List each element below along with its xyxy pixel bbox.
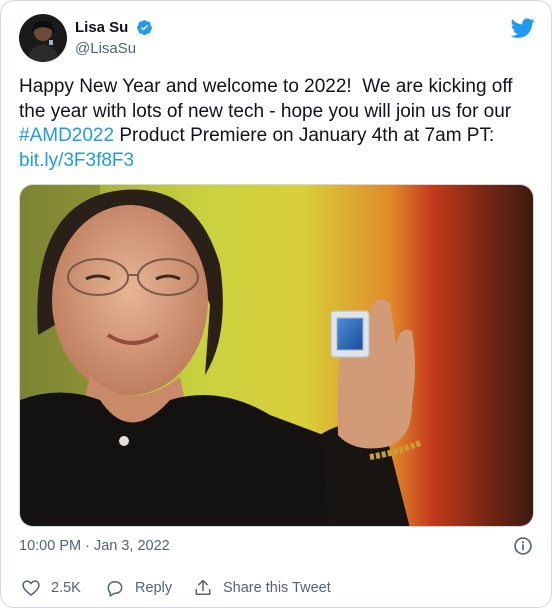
hashtag-link[interactable]: #AMD2022 (19, 125, 114, 146)
verified-badge-icon (136, 20, 152, 36)
display-name: Lisa Su (75, 19, 129, 36)
like-count: 2.5K (51, 580, 81, 596)
speech-bubble-icon (107, 581, 123, 597)
tweet-text: Happy New Year and welcome to 2022! We a… (19, 75, 535, 173)
twitter-bird-icon[interactable] (511, 16, 535, 40)
share-icon (195, 579, 211, 595)
reply-button[interactable]: Reply (105, 576, 172, 600)
author-name-block[interactable]: Lisa Su @LisaSu (75, 18, 153, 58)
handle: @LisaSu (75, 40, 137, 57)
tweet-photo[interactable] (19, 184, 534, 527)
share-label: Share this Tweet (223, 580, 331, 596)
avatar[interactable] (19, 14, 67, 62)
reply-label: Reply (135, 580, 173, 596)
share-button[interactable]: Share this Tweet (193, 576, 331, 600)
info-icon[interactable] (513, 536, 533, 556)
tweet-actions: 2.5K Reply Share this Tweet (19, 576, 535, 600)
tweet-text-part-2: Product Premiere on January 4th at 7am P… (114, 125, 500, 146)
tweet-text-part-1: Happy New Year and welcome to 2022! We a… (19, 76, 518, 122)
tweet-timestamp[interactable]: 10:00 PM · Jan 3, 2022 (19, 538, 170, 554)
url-link[interactable]: bit.ly/3F3f8F3 (19, 150, 134, 171)
tweet-header: Lisa Su @LisaSu (19, 14, 535, 64)
like-button[interactable]: 2.5K (21, 576, 81, 600)
heart-icon (22, 580, 40, 597)
tweet-card: Lisa Su @LisaSu Happy New Year and welco… (0, 0, 552, 608)
